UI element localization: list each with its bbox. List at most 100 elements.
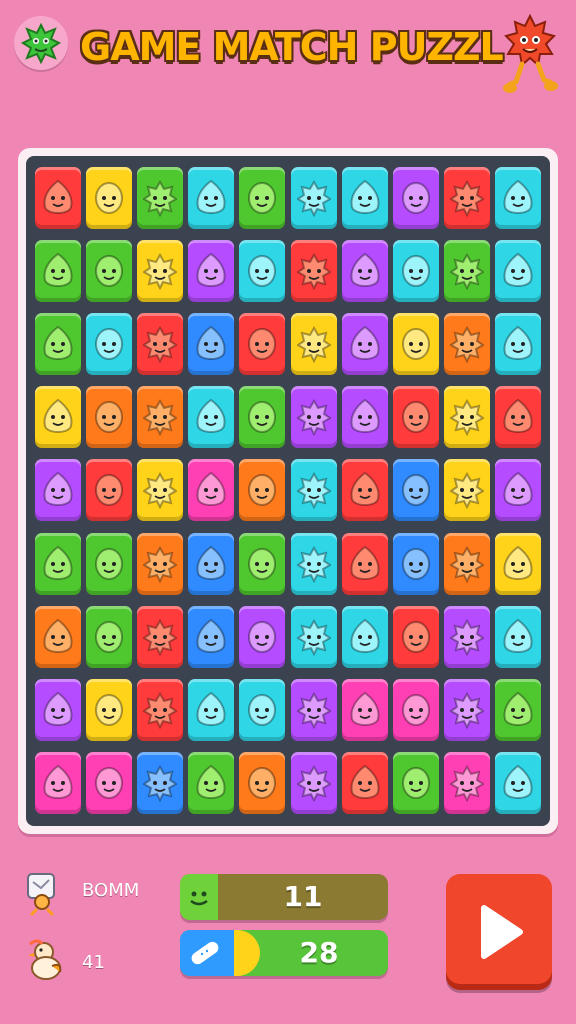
- tile[interactable]: [290, 751, 337, 814]
- tile[interactable]: [85, 167, 132, 229]
- tile[interactable]: [495, 459, 542, 522]
- tile[interactable]: [495, 532, 542, 595]
- tile[interactable]: [136, 386, 183, 449]
- tile[interactable]: [239, 240, 286, 303]
- tile[interactable]: [290, 240, 337, 303]
- tile[interactable]: [85, 386, 132, 449]
- tile[interactable]: [444, 240, 491, 303]
- tile[interactable]: [341, 313, 388, 376]
- game-title: GAME MATCH PUZZL: [80, 25, 504, 69]
- tile[interactable]: [85, 678, 132, 741]
- tile[interactable]: [136, 167, 183, 229]
- tile[interactable]: [85, 313, 132, 376]
- tile[interactable]: [341, 751, 388, 814]
- tile[interactable]: [239, 313, 286, 376]
- tile[interactable]: [34, 605, 81, 668]
- tile[interactable]: [290, 386, 337, 449]
- tile[interactable]: [136, 532, 183, 595]
- tile[interactable]: [495, 240, 542, 303]
- tile[interactable]: [290, 313, 337, 376]
- tile[interactable]: [341, 240, 388, 303]
- tile[interactable]: [392, 313, 439, 376]
- tile[interactable]: [290, 459, 337, 522]
- tile[interactable]: [495, 167, 542, 229]
- tile[interactable]: [34, 532, 81, 595]
- tile[interactable]: [85, 751, 132, 814]
- tile[interactable]: [239, 532, 286, 595]
- tile[interactable]: [34, 313, 81, 376]
- tile[interactable]: [34, 386, 81, 449]
- tile[interactable]: [392, 751, 439, 814]
- tile[interactable]: [239, 459, 286, 522]
- tile[interactable]: [392, 678, 439, 741]
- monster-icon: [450, 179, 485, 217]
- tile[interactable]: [495, 313, 542, 376]
- tile[interactable]: [444, 678, 491, 741]
- tile[interactable]: [392, 167, 439, 229]
- monster-icon: [350, 252, 380, 288]
- tile[interactable]: [188, 751, 235, 814]
- tile[interactable]: [341, 459, 388, 522]
- tile[interactable]: [444, 532, 491, 595]
- tile[interactable]: [290, 532, 337, 595]
- tile[interactable]: [188, 678, 235, 741]
- tile[interactable]: [444, 386, 491, 449]
- monster-icon: [401, 328, 430, 361]
- tile[interactable]: [444, 167, 491, 229]
- tile[interactable]: [341, 678, 388, 741]
- tile[interactable]: [495, 751, 542, 814]
- tile[interactable]: [136, 459, 183, 522]
- tile[interactable]: [392, 532, 439, 595]
- tile[interactable]: [392, 605, 439, 668]
- tile[interactable]: [85, 532, 132, 595]
- tile[interactable]: [239, 167, 286, 229]
- tile[interactable]: [85, 459, 132, 522]
- tile[interactable]: [392, 459, 439, 522]
- tile[interactable]: [444, 459, 491, 522]
- tile[interactable]: [392, 240, 439, 303]
- tile[interactable]: [239, 751, 286, 814]
- chick-icon[interactable]: [22, 938, 66, 982]
- play-button[interactable]: [446, 874, 552, 990]
- tile[interactable]: [341, 386, 388, 449]
- tile[interactable]: [136, 605, 183, 668]
- tile[interactable]: [136, 240, 183, 303]
- tile[interactable]: [444, 313, 491, 376]
- tile[interactable]: [136, 678, 183, 741]
- monster-icon: [43, 472, 72, 507]
- tile[interactable]: [444, 605, 491, 668]
- tile[interactable]: [188, 167, 235, 229]
- tile[interactable]: [495, 678, 542, 741]
- tile[interactable]: [85, 605, 132, 668]
- tile[interactable]: [495, 386, 542, 449]
- tile[interactable]: [290, 167, 337, 229]
- tile[interactable]: [341, 532, 388, 595]
- tile[interactable]: [136, 751, 183, 814]
- tile[interactable]: [188, 459, 235, 522]
- tile[interactable]: [341, 167, 388, 229]
- tile[interactable]: [188, 313, 235, 376]
- tile[interactable]: [85, 240, 132, 303]
- tile[interactable]: [444, 751, 491, 814]
- bomb-icon[interactable]: [22, 868, 66, 916]
- tile[interactable]: [188, 532, 235, 595]
- tile[interactable]: [34, 678, 81, 741]
- tile[interactable]: [239, 605, 286, 668]
- tile[interactable]: [341, 605, 388, 668]
- tile[interactable]: [188, 605, 235, 668]
- tile[interactable]: [34, 167, 81, 229]
- tile[interactable]: [392, 386, 439, 449]
- tile[interactable]: [495, 605, 542, 668]
- tile[interactable]: [34, 751, 81, 814]
- tile[interactable]: [290, 678, 337, 741]
- tile[interactable]: [34, 459, 81, 522]
- tile[interactable]: [239, 678, 286, 741]
- tile[interactable]: [239, 386, 286, 449]
- monster-icon: [142, 253, 177, 291]
- monster-icon: [248, 182, 277, 214]
- tile[interactable]: [290, 605, 337, 668]
- tile[interactable]: [188, 386, 235, 449]
- tile[interactable]: [188, 240, 235, 303]
- tile[interactable]: [136, 313, 183, 376]
- tile[interactable]: [34, 240, 81, 303]
